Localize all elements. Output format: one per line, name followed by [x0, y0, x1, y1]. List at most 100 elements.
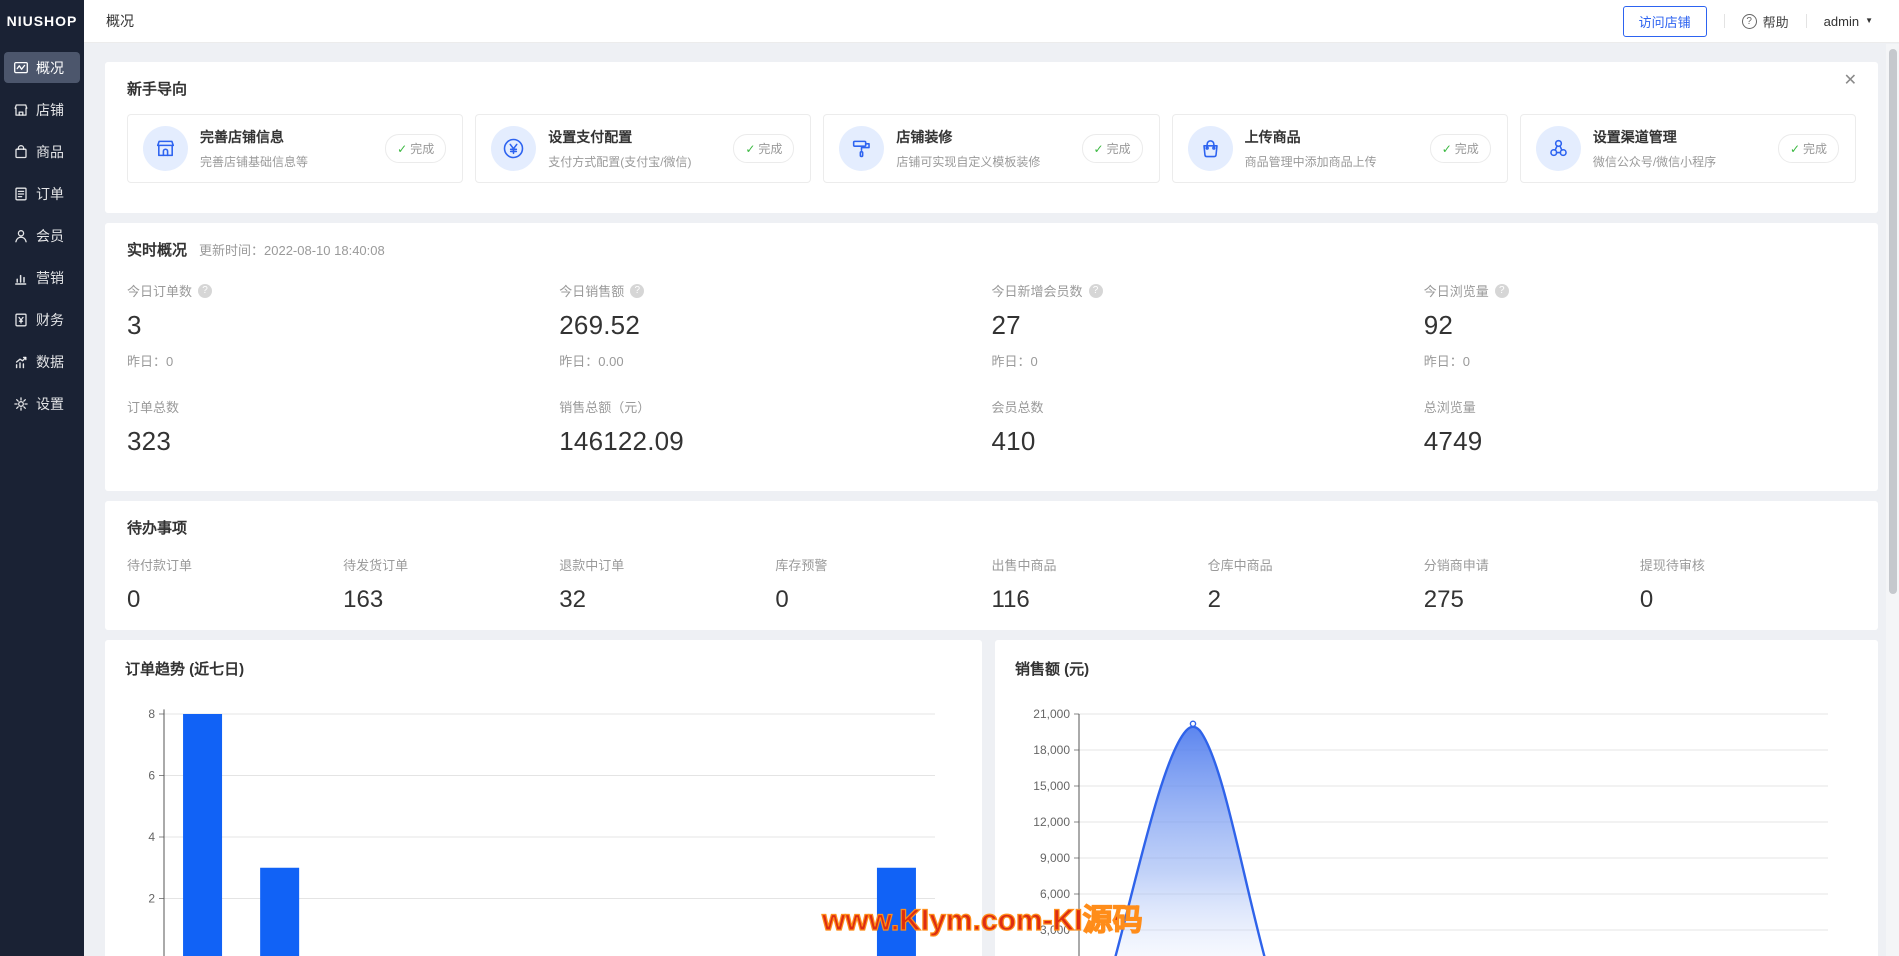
goods-bag-icon [13, 144, 29, 160]
realtime-overview-panel: 实时概况 更新时间：2022-08-10 18:40:08 今日订单数? 3 昨… [105, 223, 1878, 491]
topbar: 概况 访问店铺 ? 帮助 admin ▼ [84, 0, 1899, 43]
sidebar-item-label: 营销 [36, 268, 64, 288]
status-label: 完成 [410, 140, 434, 157]
svg-text:18,000: 18,000 [1033, 743, 1070, 757]
guide-card-desc: 店铺可实现自定义模板装修 [896, 153, 1069, 170]
stat-label: 会员总数 [992, 397, 1044, 416]
sidebar: NIUSHOP 概况 店铺 商品 订单 会员 [0, 0, 84, 956]
realtime-title: 实时概况 [127, 239, 187, 260]
todo-cell-unpaid-orders[interactable]: 待付款订单 0 [127, 555, 343, 614]
status-label: 完成 [758, 140, 782, 157]
sidebar-menu: 概况 店铺 商品 订单 会员 营销 [0, 43, 84, 419]
stat-label: 今日浏览量 [1424, 281, 1489, 300]
guide-card-title: 店铺装修 [896, 127, 1069, 147]
charts-row: 订单趋势 (近七日) 2468 销售额 (元) 3,000 6,000 [105, 640, 1878, 956]
check-icon: ✓ [397, 142, 407, 156]
help-icon[interactable]: ? [1495, 284, 1509, 298]
sidebar-item-goods[interactable]: 商品 [4, 136, 80, 167]
help-label: 帮助 [1763, 12, 1789, 31]
todo-cell-distributor-apply[interactable]: 分销商申请 275 [1424, 555, 1640, 614]
todo-cell-stock-warning[interactable]: 库存预警 0 [775, 555, 991, 614]
channel-icon [1536, 126, 1581, 171]
guide-title: 新手导向 [127, 78, 1856, 99]
help-link[interactable]: ? 帮助 [1742, 12, 1789, 31]
status-label: 完成 [1803, 140, 1827, 157]
sidebar-item-data[interactable]: 数据 [4, 346, 80, 377]
order-trend-plot: 2468 [105, 640, 982, 956]
sidebar-item-orders[interactable]: 订单 [4, 178, 80, 209]
sales-chart-panel: 销售额 (元) 3,0006,0009,00012,00015,00018,00… [995, 640, 1878, 956]
guide-card-decorate[interactable]: 店铺装修 店铺可实现自定义模板装修 ✓完成 [823, 114, 1159, 183]
guide-card-channels[interactable]: 设置渠道管理 微信公众号/微信小程序 ✓完成 [1520, 114, 1856, 183]
sidebar-item-marketing[interactable]: 营销 [4, 262, 80, 293]
order-trend-chart-panel: 订单趋势 (近七日) 2468 [105, 640, 982, 956]
topbar-right: 访问店铺 ? 帮助 admin ▼ [1623, 6, 1873, 37]
scrollbar-thumb[interactable] [1889, 49, 1897, 594]
topbar-divider [1724, 14, 1725, 28]
stat-cell-total-sales: 销售总额（元） 146122.09 [559, 397, 991, 457]
todo-title: 待办事项 [127, 517, 1856, 538]
help-icon[interactable]: ? [198, 284, 212, 298]
sidebar-item-label: 数据 [36, 352, 64, 372]
todo-value: 275 [1424, 586, 1640, 614]
sidebar-item-label: 店铺 [36, 100, 64, 120]
guide-card-payment[interactable]: 设置支付配置 支付方式配置(支付宝/微信) ✓完成 [475, 114, 811, 183]
visit-shop-button[interactable]: 访问店铺 [1623, 6, 1707, 37]
stat-cell-total-members: 会员总数 410 [992, 397, 1424, 457]
status-label: 完成 [1107, 140, 1131, 157]
stat-cell-today-orders: 今日订单数? 3 昨日：0 [127, 281, 559, 370]
guide-card-store-info[interactable]: 完善店铺信息 完善店铺基础信息等 ✓完成 [127, 114, 463, 183]
stat-cell-today-sales: 今日销售额? 269.52 昨日：0.00 [559, 281, 991, 370]
todo-label: 待发货订单 [343, 555, 559, 574]
close-icon[interactable]: ✕ [1844, 73, 1857, 89]
todo-label: 分销商申请 [1424, 555, 1640, 574]
todo-cell-warehouse-goods[interactable]: 仓库中商品 2 [1208, 555, 1424, 614]
todo-value: 32 [559, 586, 775, 614]
check-icon: ✓ [1790, 142, 1800, 156]
content-area: 新手导向 ✕ 完善店铺信息 完善店铺基础信息等 ✓完成 [84, 43, 1899, 956]
guide-card-upload-goods[interactable]: 上传商品 商品管理中添加商品上传 ✓完成 [1172, 114, 1508, 183]
guide-card-title: 设置支付配置 [548, 127, 721, 147]
todo-cell-to-ship-orders[interactable]: 待发货订单 163 [343, 555, 559, 614]
sidebar-item-shop[interactable]: 店铺 [4, 94, 80, 125]
pay-icon [491, 126, 536, 171]
guide-cards: 完善店铺信息 完善店铺基础信息等 ✓完成 设置支付配置 支付方式配置(支付宝/微… [127, 114, 1856, 183]
svg-text:3,000: 3,000 [1040, 923, 1070, 937]
stat-cell-today-new-members: 今日新增会员数? 27 昨日：0 [992, 281, 1424, 370]
status-label: 完成 [1455, 140, 1479, 157]
user-dropdown[interactable]: admin ▼ [1824, 14, 1873, 29]
sidebar-item-finance[interactable]: 财务 [4, 304, 80, 335]
help-icon[interactable]: ? [1089, 284, 1103, 298]
sidebar-item-members[interactable]: 会员 [4, 220, 80, 251]
sidebar-item-settings[interactable]: 设置 [4, 388, 80, 419]
user-name: admin [1824, 14, 1859, 29]
svg-text:15,000: 15,000 [1033, 779, 1070, 793]
svg-text:21,000: 21,000 [1033, 707, 1070, 721]
stat-cell-total-orders: 订单总数 323 [127, 397, 559, 457]
stat-yesterday: 昨日：0.00 [559, 351, 991, 370]
newbie-guide-panel: 新手导向 ✕ 完善店铺信息 完善店铺基础信息等 ✓完成 [105, 62, 1878, 213]
sidebar-item-overview[interactable]: 概况 [4, 52, 80, 83]
guide-card-texts: 完善店铺信息 完善店铺基础信息等 [200, 127, 373, 170]
main-area: 概况 访问店铺 ? 帮助 admin ▼ 新手导向 ✕ [84, 0, 1899, 956]
sidebar-item-label: 商品 [36, 142, 64, 162]
finance-doc-icon [13, 312, 29, 328]
member-person-icon [13, 228, 29, 244]
todo-cell-refunding-orders[interactable]: 退款中订单 32 [559, 555, 775, 614]
sales-title: 销售额 (元) [1015, 658, 1858, 679]
todo-cell-withdraw-review[interactable]: 提现待审核 0 [1640, 555, 1856, 614]
stat-value: 92 [1424, 310, 1856, 341]
logo: NIUSHOP [0, 0, 84, 43]
stat-value: 27 [992, 310, 1424, 341]
help-question-icon: ? [1742, 14, 1757, 29]
svg-text:6,000: 6,000 [1040, 887, 1070, 901]
status-badge: ✓完成 [733, 134, 794, 163]
help-icon[interactable]: ? [630, 284, 644, 298]
topbar-divider [1806, 14, 1807, 28]
todo-cell-on-sale-goods[interactable]: 出售中商品 116 [992, 555, 1208, 614]
stat-label: 今日销售额 [559, 281, 624, 300]
guide-card-desc: 商品管理中添加商品上传 [1245, 153, 1418, 170]
stat-label: 总浏览量 [1424, 397, 1476, 416]
todo-label: 仓库中商品 [1208, 555, 1424, 574]
status-badge: ✓完成 [1430, 134, 1491, 163]
